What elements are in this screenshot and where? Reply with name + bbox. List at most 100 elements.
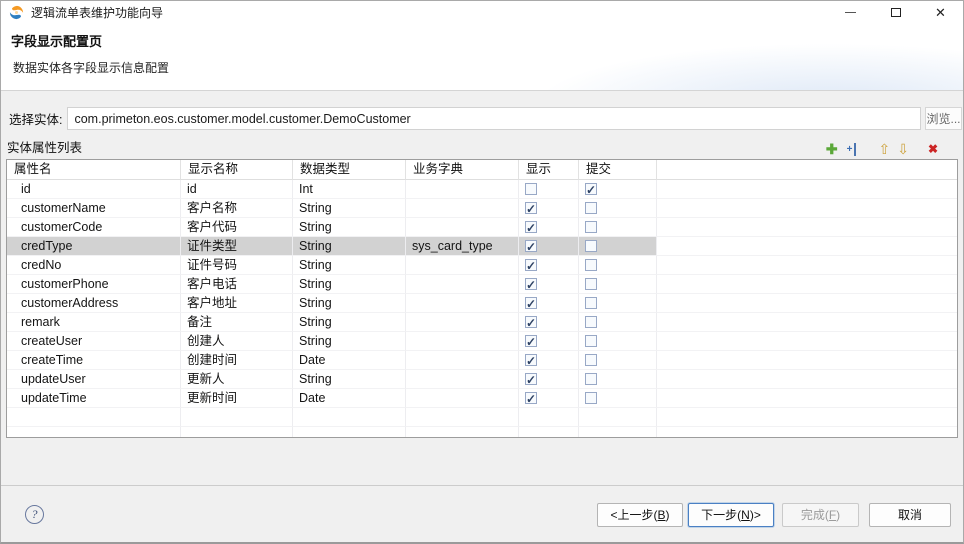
display-checkbox[interactable] [525, 278, 537, 290]
cell [519, 237, 579, 256]
table-row[interactable]: credNo证件号码String [7, 256, 957, 275]
cell [181, 408, 293, 427]
button-label: <上一步( [610, 508, 657, 522]
button-label: ) [836, 508, 840, 522]
move-up-icon[interactable]: ⇧ [878, 143, 890, 156]
display-checkbox[interactable] [525, 373, 537, 385]
submit-checkbox[interactable] [585, 278, 597, 290]
move-down-icon[interactable]: ⇩ [897, 143, 909, 156]
cell [579, 332, 657, 351]
table-row[interactable]: customerCode客户代码String [7, 218, 957, 237]
table-row[interactable]: customerPhone客户电话String [7, 275, 957, 294]
display-checkbox[interactable] [525, 202, 537, 214]
table-row[interactable]: customerAddress客户地址String [7, 294, 957, 313]
close-button[interactable]: ✕ [918, 1, 963, 23]
cell [657, 199, 957, 218]
submit-checkbox[interactable] [585, 259, 597, 271]
cell [406, 370, 519, 389]
table-row[interactable]: credType证件类型Stringsys_card_type [7, 237, 957, 256]
column-header-type[interactable]: 数据类型 [293, 160, 406, 180]
cancel-button[interactable]: 取消 [869, 503, 951, 527]
wizard-dialog: 逻辑流单表维护功能向导 ✕ 字段显示配置页 数据实体各字段显示信息配置 选择实体… [0, 0, 964, 544]
display-checkbox[interactable] [525, 183, 537, 195]
finish-button[interactable]: 完成(F) [782, 503, 859, 527]
cell: String [293, 332, 406, 351]
cell: updateUser [7, 370, 181, 389]
entity-input[interactable] [67, 107, 921, 130]
insert-row-icon[interactable]: + [847, 143, 857, 156]
submit-checkbox[interactable] [585, 373, 597, 385]
cell: createUser [7, 332, 181, 351]
property-list-label: 实体属性列表 [7, 137, 826, 156]
display-checkbox[interactable] [525, 221, 537, 233]
cell [519, 275, 579, 294]
maximize-button[interactable] [873, 1, 918, 23]
display-checkbox[interactable] [525, 354, 537, 366]
display-checkbox[interactable] [525, 259, 537, 271]
cell [657, 332, 957, 351]
minimize-button[interactable] [828, 1, 873, 23]
table-row[interactable]: updateUser更新人String [7, 370, 957, 389]
table-row[interactable]: createUser创建人String [7, 332, 957, 351]
column-header-display[interactable]: 显示 [519, 160, 579, 180]
cell: 备注 [181, 313, 293, 332]
cell: 客户代码 [181, 218, 293, 237]
cell [293, 408, 406, 427]
submit-checkbox[interactable] [585, 221, 597, 233]
cell [406, 199, 519, 218]
cell: String [293, 237, 406, 256]
help-button[interactable]: ? [25, 505, 44, 524]
entity-label: 选择实体: [9, 109, 62, 128]
cell [579, 389, 657, 408]
submit-checkbox[interactable] [585, 202, 597, 214]
page-subtitle: 数据实体各字段显示信息配置 [11, 59, 951, 76]
submit-checkbox[interactable] [585, 297, 597, 309]
column-header-filler [657, 160, 957, 180]
column-header-dict[interactable]: 业务字典 [406, 160, 519, 180]
cell [406, 294, 519, 313]
cell [657, 275, 957, 294]
column-header-name[interactable]: 属性名 [7, 160, 181, 180]
cell [519, 199, 579, 218]
button-label: )> [750, 508, 761, 522]
display-checkbox[interactable] [525, 392, 537, 404]
browse-button[interactable]: 浏览... [925, 107, 962, 130]
table-row[interactable]: customerName客户名称String [7, 199, 957, 218]
maximize-icon [891, 8, 901, 17]
display-checkbox[interactable] [525, 240, 537, 252]
empty-table-row [7, 408, 957, 427]
cell [579, 237, 657, 256]
cell: String [293, 313, 406, 332]
cell [406, 218, 519, 237]
wizard-header: 字段显示配置页 数据实体各字段显示信息配置 [1, 23, 963, 91]
delete-row-icon[interactable]: ✖ [928, 143, 938, 156]
cell [7, 408, 181, 427]
column-header-submit[interactable]: 提交 [579, 160, 657, 180]
submit-checkbox[interactable] [585, 392, 597, 404]
cell: id [181, 180, 293, 199]
table-row[interactable]: createTime创建时间Date [7, 351, 957, 370]
submit-checkbox[interactable] [585, 335, 597, 347]
column-header-display-name[interactable]: 显示名称 [181, 160, 293, 180]
cell [657, 237, 957, 256]
submit-checkbox[interactable] [585, 183, 597, 195]
display-checkbox[interactable] [525, 297, 537, 309]
display-checkbox[interactable] [525, 316, 537, 328]
add-row-icon[interactable]: ✚ [826, 143, 838, 156]
submit-checkbox[interactable] [585, 316, 597, 328]
cell: updateTime [7, 389, 181, 408]
table-row[interactable]: updateTime更新时间Date [7, 389, 957, 408]
cell: 更新人 [181, 370, 293, 389]
submit-checkbox[interactable] [585, 354, 597, 366]
property-table: 属性名 显示名称 数据类型 业务字典 显示 提交 ididIntcustomer… [6, 159, 958, 438]
submit-checkbox[interactable] [585, 240, 597, 252]
display-checkbox[interactable] [525, 335, 537, 347]
next-button[interactable]: 下一步(N)> [688, 503, 774, 527]
cell: String [293, 370, 406, 389]
back-button[interactable]: <上一步(B) [597, 503, 683, 527]
table-row[interactable]: ididInt [7, 180, 957, 199]
table-row[interactable]: remark备注String [7, 313, 957, 332]
cell: remark [7, 313, 181, 332]
cell: 客户电话 [181, 275, 293, 294]
cell: 证件号码 [181, 256, 293, 275]
